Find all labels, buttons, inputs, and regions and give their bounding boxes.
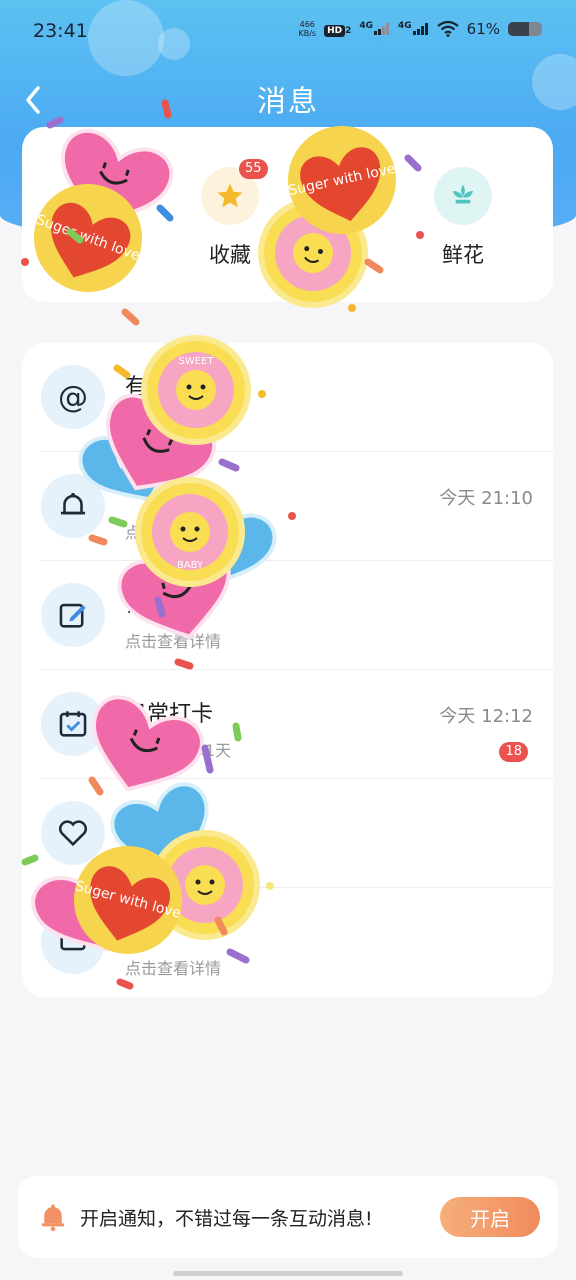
list-item-daily-checkin[interactable]: 日常打卡 已连续打卡1天 今天 12:12 18 (22, 670, 553, 779)
list-item-notifications[interactable]: 点 今天 21:10 (22, 452, 553, 561)
heart-icon (41, 801, 105, 865)
page-title: 消息 (256, 84, 319, 118)
net-label-1: 4G (359, 21, 373, 31)
top-bar: 消息 (0, 70, 576, 124)
item-subtitle: 已连续打卡1天 (125, 741, 232, 760)
item-subtitle: 点 (125, 523, 142, 542)
enable-notification-banner: 开启通知，不错过每一条互动消息! 开启 (18, 1176, 558, 1258)
hd-icon: HD 2 (324, 21, 351, 37)
unread-badge: 18 (499, 742, 528, 762)
net-label-2: 4G (398, 21, 412, 31)
item-title: 关注 (125, 811, 170, 836)
hd-sub: 2 (345, 26, 352, 36)
message-icon (41, 910, 105, 974)
flower-icon (453, 184, 473, 204)
list-item-other[interactable]: 点击查看详情 (22, 888, 553, 997)
item-subtitle: 点击查看详情 (125, 632, 222, 651)
status-icons: 466 KB/s HD 2 4G 4G 61% (298, 20, 542, 38)
favorites-button[interactable]: 55 收藏 (180, 159, 280, 269)
favorites-badge: 55 (239, 159, 268, 179)
flowers-icon-wrap (434, 167, 492, 225)
signal-icon-1: 4G (359, 21, 390, 35)
status-bar: 23:41 466 KB/s HD 2 4G 4G 61% (0, 0, 576, 64)
favorites-label: 收藏 (209, 243, 251, 267)
list-item-mentions[interactable]: @ 有 (22, 343, 553, 452)
hd-label: HD (324, 25, 346, 37)
speed-value: 466 (299, 20, 315, 29)
message-list: @ 有 点 今天 21:10 评论编辑 点击查看详情 日常打卡 已连续打卡1天 … (22, 343, 553, 997)
network-speed: 466 KB/s (298, 20, 316, 38)
list-item-comment-edit[interactable]: 评论编辑 点击查看详情 (22, 561, 553, 670)
status-time: 23:41 (33, 20, 88, 42)
battery-text: 61% (466, 20, 500, 38)
at-icon: @ (41, 365, 105, 429)
bell-icon (41, 474, 105, 538)
item-title: 评论编辑 (125, 593, 214, 618)
item-time: 今天 21:10 (439, 488, 533, 509)
flowers-button[interactable]: 鲜花 (413, 167, 513, 269)
signal-icon-2: 4G (398, 21, 429, 35)
flowers-label: 鲜花 (442, 243, 484, 267)
list-item-follows[interactable]: 关注 (22, 779, 553, 888)
edit-icon (41, 583, 105, 647)
item-time: 今天 12:12 (439, 706, 533, 727)
speed-unit: KB/s (298, 29, 317, 38)
calendar-check-icon (41, 692, 105, 756)
battery-fill (508, 22, 529, 36)
quick-actions-card: 55 收藏 鲜花 (22, 127, 553, 302)
item-subtitle: 点击查看详情 (125, 959, 222, 978)
bell-icon (41, 1204, 65, 1232)
enable-notification-button[interactable]: 开启 (440, 1197, 540, 1237)
wifi-icon (436, 21, 459, 37)
battery-icon (508, 22, 542, 36)
item-title: 有 (125, 375, 148, 400)
favorites-icon-wrap: 55 (201, 159, 268, 225)
notification-prompt-text: 开启通知，不错过每一条互动消息! (80, 1208, 373, 1230)
star-icon (217, 183, 243, 208)
home-indicator[interactable] (173, 1271, 403, 1276)
item-title: 日常打卡 (125, 702, 214, 727)
